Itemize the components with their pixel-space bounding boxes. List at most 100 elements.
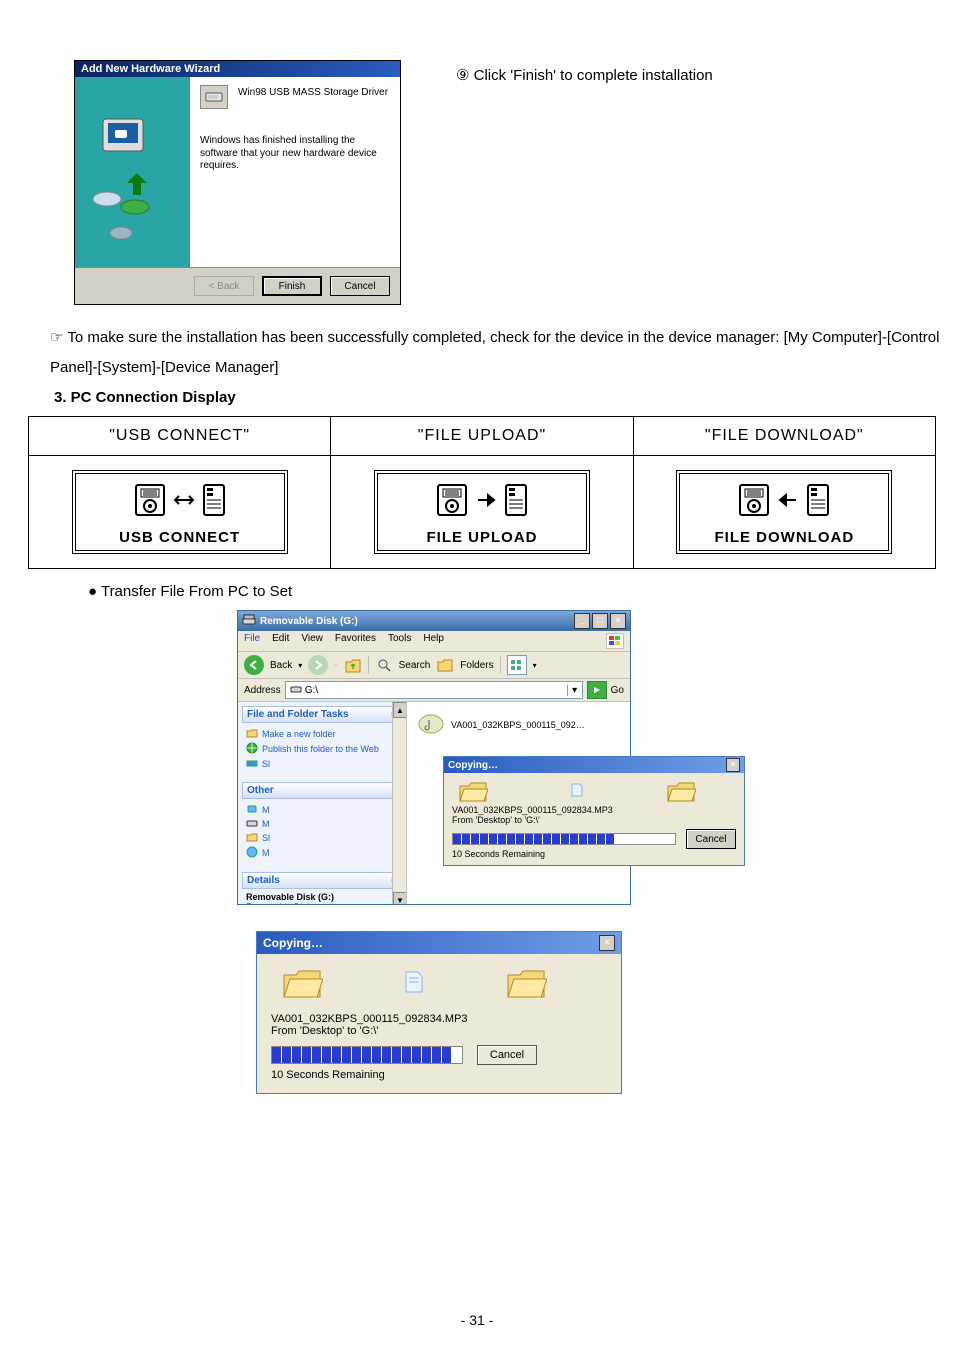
device-icon — [737, 482, 771, 523]
search-label: Search — [399, 660, 431, 671]
explorer-title-text: Removable Disk (G:) — [260, 616, 358, 627]
menu-tools[interactable]: Tools — [388, 633, 411, 649]
other-place-item[interactable]: Sl — [246, 832, 398, 844]
progress-bar-small — [452, 833, 676, 845]
new-folder-icon — [246, 728, 258, 740]
other-place-item[interactable]: M — [246, 818, 398, 830]
pc-connection-display-table: "USB CONNECT" "FILE UPLOAD" "FILE DOWNLO… — [28, 416, 936, 569]
copying-file-small: VA001_032KBPS_000115_092834.MP3 — [452, 805, 736, 815]
address-bar[interactable]: G:\ ▾ — [285, 681, 583, 699]
place-icon — [246, 846, 258, 860]
cancel-copy-button-small[interactable]: Cancel — [686, 829, 736, 849]
device-icon — [435, 482, 469, 523]
folders-icon[interactable] — [436, 656, 454, 674]
other-places-header: Other — [247, 785, 274, 796]
lcd-display: USB CONNECT — [72, 470, 288, 554]
address-dropdown-icon[interactable]: ▾ — [567, 685, 582, 696]
explorer-content-pane: VA001_032KBPS_000115_092… Copying… × — [407, 702, 630, 904]
back-button: < Back — [194, 276, 254, 296]
pc-tower-icon — [503, 482, 529, 523]
forward-nav-button — [308, 655, 328, 675]
folder-open-icon — [458, 779, 488, 803]
windows-flag-icon — [606, 633, 624, 649]
arrow-icon — [475, 491, 497, 514]
scroll-up-button[interactable]: ▲ — [393, 702, 407, 718]
lcd-label: USB CONNECT — [90, 529, 270, 546]
header-file-download: "FILE DOWNLOAD" — [633, 417, 935, 456]
scroll-down-button[interactable]: ▼ — [393, 892, 407, 904]
back-nav-button[interactable] — [244, 655, 264, 675]
file-name: VA001_032KBPS_000115_092… — [451, 720, 585, 730]
share-icon — [246, 758, 258, 770]
progress-bar — [271, 1046, 463, 1064]
music-file-icon — [417, 710, 445, 740]
header-file-upload: "FILE UPLOAD" — [331, 417, 633, 456]
install-note: ☞ To make sure the installation has been… — [50, 323, 944, 383]
copying-remaining: 10 Seconds Remaining — [271, 1069, 607, 1081]
cancel-button[interactable]: Cancel — [330, 276, 390, 296]
lcd-label: FILE UPLOAD — [392, 529, 572, 546]
menu-help[interactable]: Help — [423, 633, 444, 649]
page-number: - 31 - — [0, 1312, 954, 1328]
menu-edit[interactable]: Edit — [272, 633, 289, 649]
add-hardware-wizard: Add New Hardware Wizard — [74, 60, 401, 305]
file-folder-tasks-header: File and Folder Tasks — [247, 709, 349, 720]
lcd-label: FILE DOWNLOAD — [694, 529, 874, 546]
menu-view[interactable]: View — [301, 633, 323, 649]
explorer-toolbar: Back ▾ - Search Folders ▾ — [238, 652, 630, 679]
driver-icon — [200, 85, 228, 109]
folder-open-icon — [505, 964, 547, 1003]
address-drive-icon — [290, 684, 302, 697]
folder-open-icon — [281, 964, 323, 1003]
maximize-button[interactable]: □ — [592, 613, 608, 629]
globe-icon — [246, 742, 258, 756]
copying-remaining-small: 10 Seconds Remaining — [452, 849, 736, 859]
flying-paper-icon — [570, 782, 584, 800]
place-icon — [246, 804, 258, 816]
pc-tower-icon — [805, 482, 831, 523]
copying-fromto: From 'Desktop' to 'G:\' — [271, 1025, 607, 1037]
explorer-window: Removable Disk (G:) _ □ × File Edit View Fa… — [237, 610, 631, 905]
copying-dialog-small: Copying… × VA001_032KBPS_000115_092834.M… — [443, 756, 745, 866]
wizard-titlebar: Add New Hardware Wizard — [75, 61, 400, 77]
header-usb-connect: "USB CONNECT" — [29, 417, 331, 456]
explorer-menubar: File Edit View Favorites Tools Help — [238, 631, 630, 652]
arrow-icon — [173, 491, 195, 514]
go-button[interactable] — [587, 681, 607, 699]
task-new-folder[interactable]: Make a new folder — [246, 728, 398, 740]
up-folder-icon[interactable] — [344, 656, 362, 674]
task-truncated: Sl — [246, 758, 398, 770]
section-3-title: 3. PC Connection Display — [54, 389, 944, 406]
search-icon[interactable] — [375, 656, 393, 674]
go-label: Go — [611, 685, 624, 696]
explorer-sidebar: File and Folder Tasks ≈ Make a new folde… — [238, 702, 407, 904]
lcd-display: FILE UPLOAD — [374, 470, 590, 554]
details-title: Removable Disk (G:) — [246, 892, 398, 902]
details-header: Details — [247, 875, 280, 886]
place-icon — [246, 832, 258, 844]
cancel-copy-button[interactable]: Cancel — [477, 1045, 537, 1065]
copying-dialog: Copying… × VA001_032KBPS_000115_092834.M… — [256, 931, 622, 1094]
menu-file[interactable]: File — [244, 633, 260, 649]
copying-file: VA001_032KBPS_000115_092834.MP3 — [271, 1013, 607, 1025]
close-button[interactable]: × — [610, 613, 626, 629]
wizard-message: Windows has finished installing the soft… — [200, 135, 390, 173]
task-new-folder-label: Make a new folder — [262, 729, 336, 739]
copying-fromto-small: From 'Desktop' to 'G:\' — [452, 815, 736, 825]
close-button[interactable]: × — [726, 758, 740, 772]
driver-name: Win98 USB MASS Storage Driver — [238, 85, 388, 98]
details-sub: Removable Disk — [246, 902, 398, 904]
other-place-item[interactable]: M — [246, 804, 398, 816]
drive-icon — [242, 614, 256, 629]
finish-button[interactable]: Finish — [262, 276, 322, 296]
wizard-sidebar-illustration — [75, 77, 190, 267]
minimize-button[interactable]: _ — [574, 613, 590, 629]
close-button[interactable]: × — [599, 935, 615, 951]
other-place-item[interactable]: M — [246, 846, 398, 860]
explorer-titlebar: Removable Disk (G:) _ □ × — [238, 611, 630, 631]
views-icon[interactable] — [507, 655, 527, 675]
transfer-bullet: ● Transfer File From PC to Set — [88, 583, 944, 600]
task-publish-web[interactable]: Publish this folder to the Web — [246, 742, 398, 756]
file-item[interactable]: VA001_032KBPS_000115_092… — [407, 702, 630, 748]
menu-favorites[interactable]: Favorites — [335, 633, 376, 649]
